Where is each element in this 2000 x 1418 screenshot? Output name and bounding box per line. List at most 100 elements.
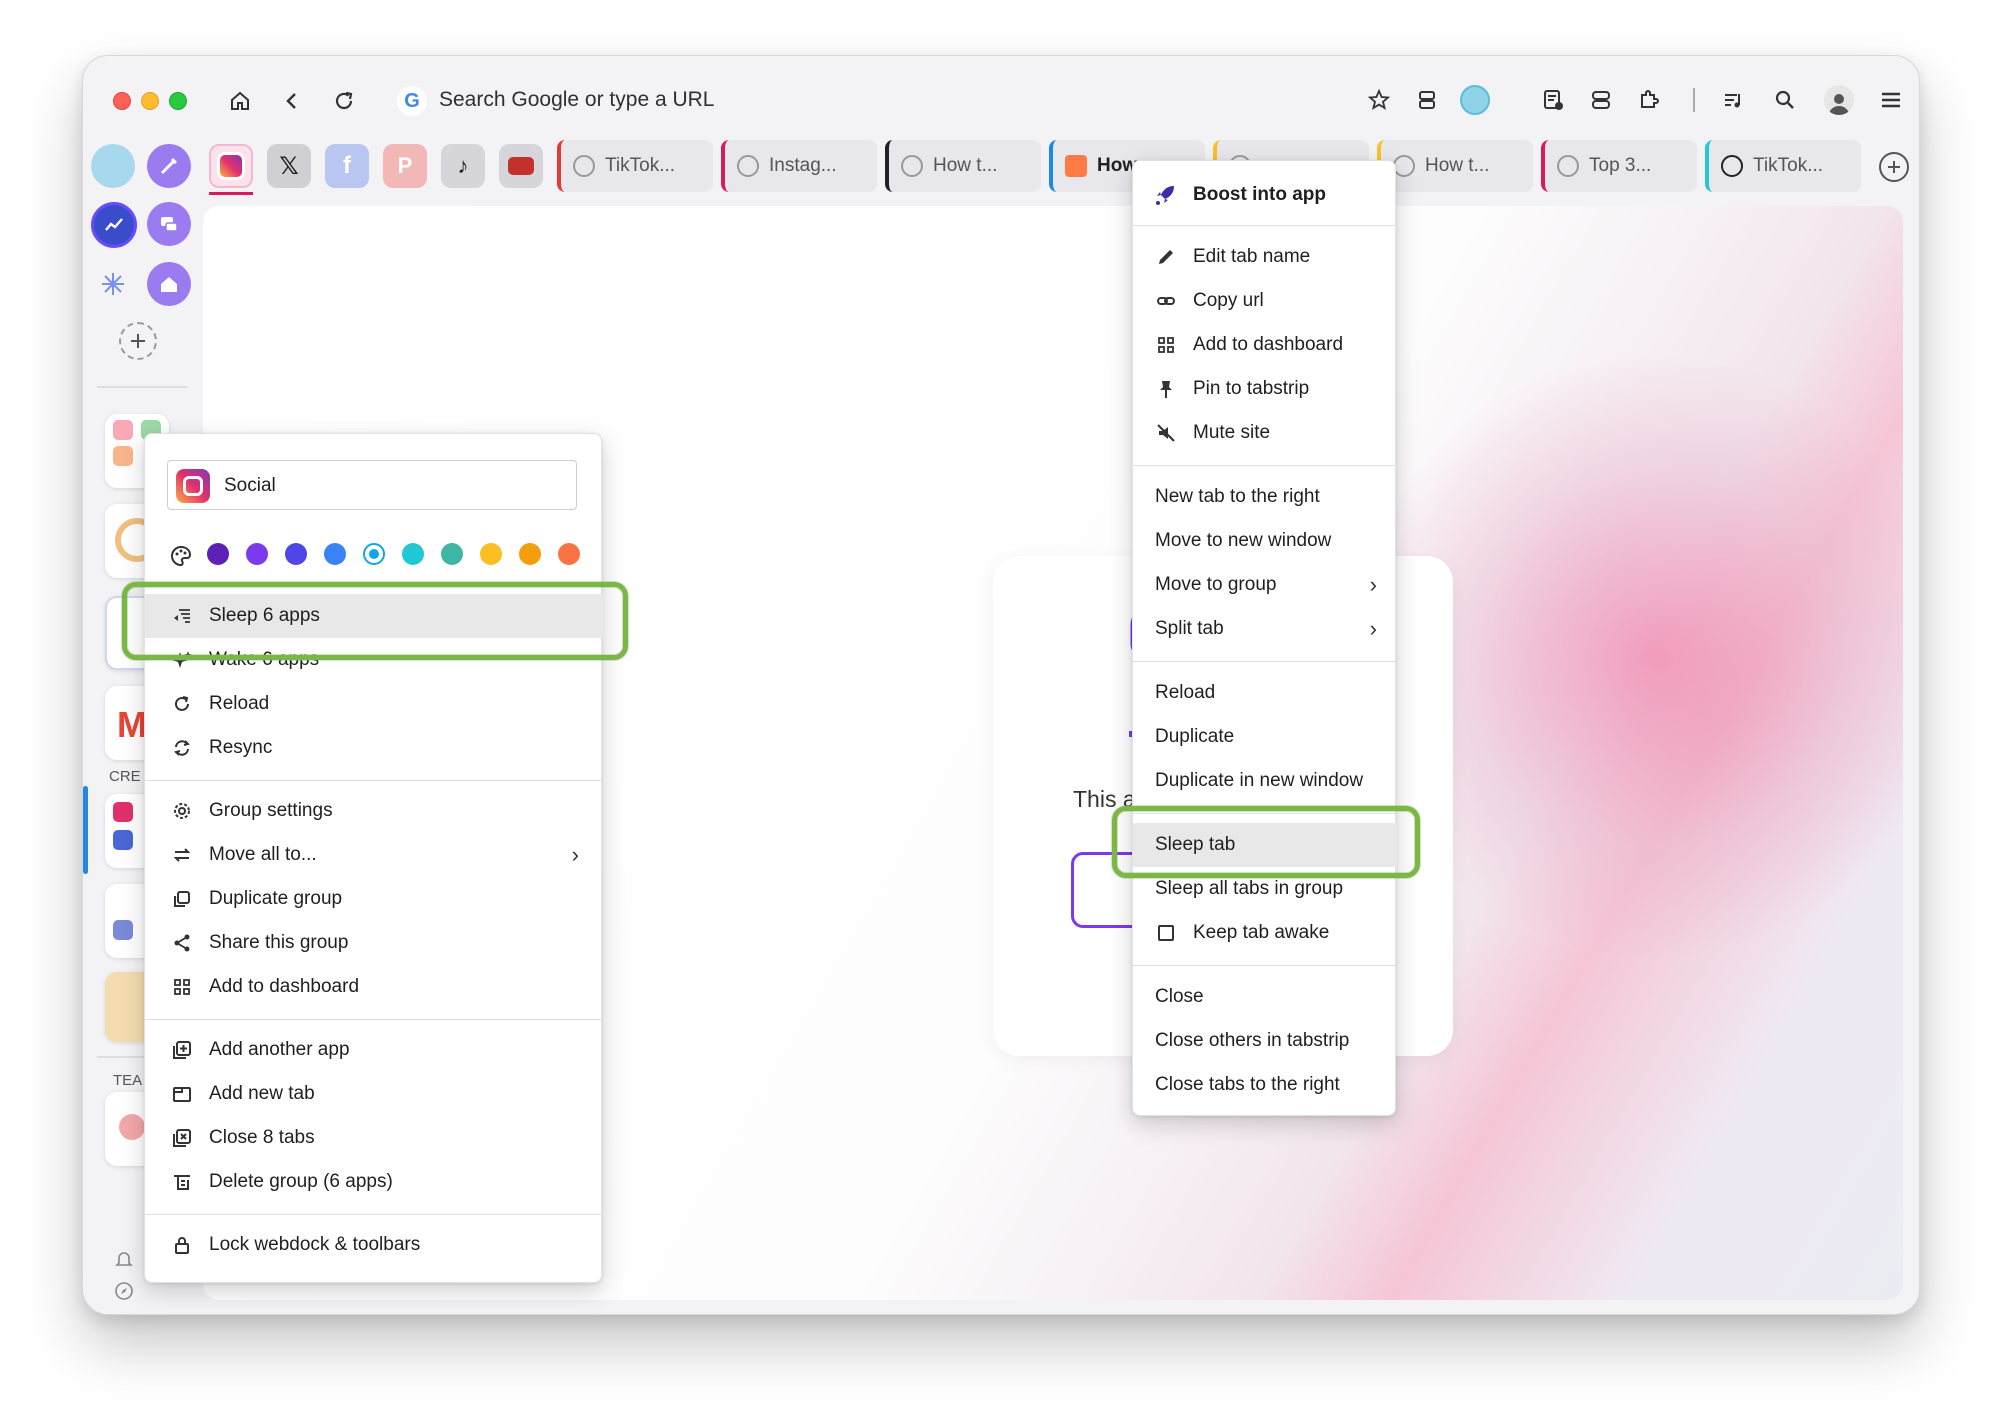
tabstrip-app-pinterest[interactable]: P [383, 144, 427, 188]
menu-item-group-settings[interactable]: Group settings [169, 789, 333, 833]
menu-item-add-to-dashboard-tab[interactable]: Add to dashboard [1153, 323, 1343, 367]
color-swatch[interactable] [558, 543, 580, 565]
menu-label: Mute site [1193, 422, 1271, 443]
extensions-icon[interactable] [1631, 82, 1667, 118]
menu-item-resync[interactable]: Resync [169, 726, 272, 770]
menu-item-share-group[interactable]: Share this group [169, 921, 348, 965]
menu-item-pin-to-tabstrip[interactable]: Pin to tabstrip [1153, 367, 1309, 411]
checkbox-icon[interactable] [1153, 920, 1179, 946]
zoom-window-button[interactable] [169, 92, 187, 110]
color-swatch[interactable] [324, 543, 346, 565]
color-swatch[interactable] [402, 543, 424, 565]
tabstrip-app-instagram[interactable] [209, 144, 253, 188]
link-icon [1153, 288, 1179, 314]
menu-label: Reload [1155, 682, 1216, 703]
color-swatch[interactable] [480, 543, 502, 565]
color-swatch[interactable] [207, 543, 229, 565]
menu-item-close[interactable]: Close [1155, 975, 1204, 1019]
minimize-window-button[interactable] [141, 92, 159, 110]
menu-item-close-tabs-right[interactable]: Close tabs to the right [1155, 1063, 1340, 1107]
dashboard-icon [1153, 332, 1179, 358]
tab-how-1[interactable]: How t... [885, 140, 1041, 192]
menu-item-move-all[interactable]: Move all to... › [169, 833, 579, 877]
menu-label: Delete group (6 apps) [209, 1171, 393, 1192]
menu-item-mute-site[interactable]: Mute site [1153, 411, 1270, 455]
sidebar-app-light[interactable] [91, 144, 135, 188]
tab-favicon [737, 155, 759, 177]
reading-list-icon[interactable] [1535, 82, 1571, 118]
mute-icon [1153, 420, 1179, 446]
media-control-icon[interactable] [1715, 82, 1751, 118]
menu-label: Move to new window [1155, 530, 1332, 551]
compass-icon[interactable] [111, 1278, 137, 1304]
active-group-indicator [83, 786, 88, 874]
omnibox-placeholder: Search Google or type a URL [439, 88, 715, 111]
menu-label: Keep tab awake [1193, 922, 1330, 943]
storage-icon[interactable] [1583, 82, 1619, 118]
sidebar-app-chat[interactable] [147, 202, 191, 246]
menu-item-duplicate-new-window[interactable]: Duplicate in new window [1155, 759, 1363, 803]
add-app-icon[interactable] [119, 322, 157, 360]
menu-item-edit-tab-name[interactable]: Edit tab name [1153, 235, 1310, 279]
tab-tiktok-2[interactable]: TikTok... [1705, 140, 1861, 192]
tab-top-3[interactable]: Top 3... [1541, 140, 1697, 192]
menu-icon[interactable] [1873, 82, 1909, 118]
tab-label: Top 3... [1589, 155, 1652, 176]
color-swatches [145, 434, 603, 574]
menu-item-new-tab-right[interactable]: New tab to the right [1155, 475, 1320, 519]
gear-icon [169, 798, 195, 824]
menu-item-lock-webdock[interactable]: Lock webdock & toolbars [169, 1223, 420, 1267]
new-tab-icon[interactable] [1879, 152, 1909, 182]
menu-item-split-tab[interactable]: Split tab › [1155, 607, 1377, 651]
menu-item-move-to-group[interactable]: Move to group › [1155, 563, 1377, 607]
menu-item-add-to-dashboard[interactable]: Add to dashboard [169, 965, 359, 1009]
color-swatch[interactable] [363, 543, 385, 565]
bell-icon[interactable] [111, 1246, 137, 1272]
tab-tiktok-1[interactable]: TikTok... [557, 140, 713, 192]
menu-item-reload-tab[interactable]: Reload [1155, 671, 1215, 715]
selected-swatch-dot [369, 549, 379, 559]
menu-item-keep-tab-awake[interactable]: Keep tab awake [1153, 911, 1329, 955]
menu-item-close-others[interactable]: Close others in tabstrip [1155, 1019, 1349, 1063]
menu-item-duplicate-group[interactable]: Duplicate group [169, 877, 342, 921]
menu-item-add-new-tab[interactable]: Add new tab [169, 1072, 315, 1116]
menu-item-boost-into-app[interactable]: Boost into app [1153, 173, 1326, 217]
sparkle-icon[interactable] [91, 262, 135, 306]
tabstrip-app-youtube[interactable] [499, 144, 543, 188]
color-swatch[interactable] [246, 543, 268, 565]
star-icon[interactable] [1361, 82, 1397, 118]
profile-extension-icon[interactable] [1457, 82, 1493, 118]
menu-item-duplicate[interactable]: Duplicate [1155, 715, 1234, 759]
tab-how-2[interactable]: How t... [1377, 140, 1533, 192]
menu-item-add-another-app[interactable]: Add another app [169, 1028, 350, 1072]
menu-item-close-tabs[interactable]: Close 8 tabs [169, 1116, 315, 1160]
account-icon[interactable] [1821, 82, 1857, 118]
tabstrip-app-facebook[interactable]: f [325, 144, 369, 188]
sidebar-app-analytics[interactable] [91, 202, 137, 248]
menu-label: Add to dashboard [1193, 334, 1344, 355]
color-swatch[interactable] [519, 543, 541, 565]
home-icon[interactable] [223, 84, 257, 118]
menu-item-reload[interactable]: Reload [169, 682, 269, 726]
menu-item-move-to-new-window[interactable]: Move to new window [1155, 519, 1331, 563]
color-swatch[interactable] [285, 543, 307, 565]
search-icon[interactable] [1767, 82, 1803, 118]
tabstrip-app-x[interactable]: 𝕏 [267, 144, 311, 188]
menu-label: New tab to the right [1155, 486, 1320, 507]
chevron-right-icon: › [571, 842, 579, 867]
separator [1133, 661, 1397, 662]
tab-instagram[interactable]: Instag... [721, 140, 877, 192]
menu-item-delete-group[interactable]: Delete group (6 apps) [169, 1160, 393, 1204]
tabstrip-app-tiktok[interactable]: ♪ [441, 144, 485, 188]
sidebar-app-brush[interactable] [147, 144, 191, 188]
sidebar-app-home[interactable] [147, 262, 191, 306]
highlight-sleep-tab [1112, 806, 1420, 878]
sidebar-section-team: TEA [113, 1072, 143, 1089]
split-view-icon[interactable] [1409, 82, 1445, 118]
menu-item-copy-url[interactable]: Copy url [1153, 279, 1264, 323]
reload-icon[interactable] [327, 84, 361, 118]
back-icon[interactable] [275, 84, 309, 118]
color-swatch[interactable] [441, 543, 463, 565]
close-window-button[interactable] [113, 92, 131, 110]
highlight-sleep-apps [122, 582, 628, 660]
